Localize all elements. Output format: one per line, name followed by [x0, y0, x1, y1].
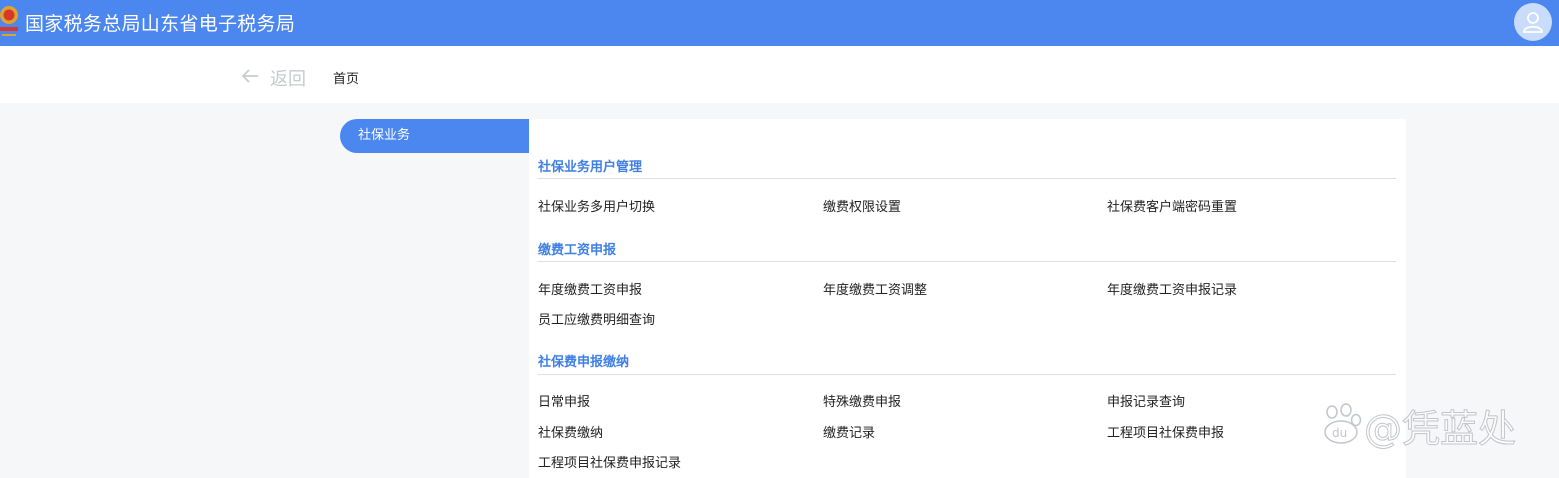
- paw-icon: du: [1324, 403, 1362, 444]
- menu-item-daily-declaration[interactable]: 日常申报: [538, 391, 590, 410]
- section-title-user-management: 社保业务用户管理: [538, 160, 643, 175]
- menu-item-payment-permission[interactable]: 缴费权限设置: [823, 196, 901, 215]
- menu-item-project-insurance-declaration[interactable]: 工程项目社保费申报: [1107, 422, 1224, 441]
- user-avatar[interactable]: [1514, 3, 1552, 41]
- content-panel: [529, 119, 1406, 478]
- section-title-declaration-payment: 社保费申报缴纳: [538, 355, 630, 370]
- menu-item-social-insurance-payment[interactable]: 社保费缴纳: [538, 422, 603, 441]
- back-label: 返回: [270, 69, 306, 90]
- menu-item-client-password-reset[interactable]: 社保费客户端密码重置: [1107, 196, 1237, 215]
- menu-item-annual-wage-records[interactable]: 年度缴费工资申报记录: [1107, 279, 1237, 298]
- breadcrumb-home[interactable]: 首页: [333, 68, 359, 87]
- menu-item-declaration-record-query[interactable]: 申报记录查询: [1107, 391, 1185, 410]
- watermark: du @凭蓝处: [1322, 398, 1532, 452]
- watermark-text: @凭蓝处: [1363, 407, 1517, 452]
- top-header-bar: 国家税务总局山东省电子税务局: [0, 0, 1559, 46]
- menu-item-project-insurance-records[interactable]: 工程项目社保费申报记录: [538, 452, 681, 471]
- menu-item-multi-user-switch[interactable]: 社保业务多用户切换: [538, 196, 655, 215]
- menu-item-employee-payment-details[interactable]: 员工应缴费明细查询: [538, 309, 655, 328]
- arrow-left-icon: [241, 69, 258, 83]
- app-title: 国家税务总局山东省电子税务局: [25, 13, 296, 35]
- menu-item-special-payment-declaration[interactable]: 特殊缴费申报: [823, 391, 901, 410]
- watermark-badge: du: [1332, 426, 1347, 440]
- section-divider: [538, 261, 1396, 262]
- nav-bar: [0, 46, 1559, 103]
- section-title-wage-declaration: 缴费工资申报: [538, 243, 617, 258]
- user-icon: [1523, 12, 1543, 33]
- sidebar-tab-social-insurance[interactable]: 社保业务: [340, 119, 529, 153]
- menu-item-annual-wage-adjustment[interactable]: 年度缴费工资调整: [823, 279, 927, 298]
- menu-item-payment-records[interactable]: 缴费记录: [823, 422, 875, 441]
- menu-item-annual-wage-declaration[interactable]: 年度缴费工资申报: [538, 279, 642, 298]
- section-divider: [538, 374, 1396, 375]
- section-divider: [538, 178, 1396, 179]
- tax-emblem-icon: [0, 3, 20, 39]
